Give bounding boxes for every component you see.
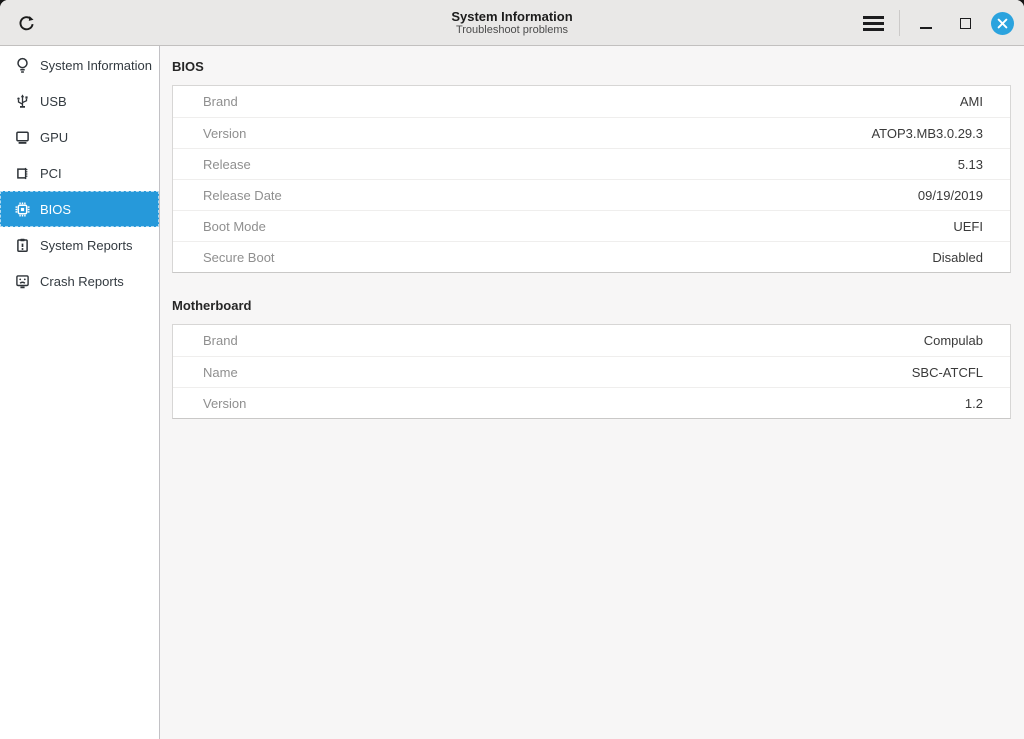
chip-icon xyxy=(13,200,31,218)
table-row: Brand Compulab xyxy=(173,325,1010,356)
lightbulb-icon xyxy=(13,56,31,74)
sidebar-item-label: BIOS xyxy=(40,202,71,217)
table-row: Name SBC-ATCFL xyxy=(173,356,1010,387)
sidebar-item-system-reports[interactable]: System Reports xyxy=(0,227,159,263)
row-value: Compulab xyxy=(924,333,1010,348)
main-panel: BIOS Brand AMI Version ATOP3.MB3.0.29.3 … xyxy=(160,46,1024,739)
refresh-button[interactable] xyxy=(13,10,39,36)
sidebar-item-label: System Information xyxy=(40,58,152,73)
row-key: Boot Mode xyxy=(173,219,266,234)
table-row: Release Date 09/19/2019 xyxy=(173,179,1010,210)
row-value: ATOP3.MB3.0.29.3 xyxy=(871,126,1010,141)
row-key: Brand xyxy=(173,94,238,109)
table-row: Brand AMI xyxy=(173,86,1010,117)
row-key: Release Date xyxy=(173,188,282,203)
usb-icon xyxy=(13,92,31,110)
sidebar-item-label: PCI xyxy=(40,166,62,181)
sidebar-item-label: USB xyxy=(40,94,67,109)
sidebar-item-gpu[interactable]: GPU xyxy=(0,119,159,155)
window-title: System Information xyxy=(451,9,572,24)
info-table: Brand AMI Version ATOP3.MB3.0.29.3 Relea… xyxy=(172,85,1011,273)
row-value: AMI xyxy=(960,94,1010,109)
section-bios: BIOS Brand AMI Version ATOP3.MB3.0.29.3 … xyxy=(172,59,1011,273)
table-row: Boot Mode UEFI xyxy=(173,210,1010,241)
window-subtitle: Troubleshoot problems xyxy=(456,24,568,37)
minimize-icon xyxy=(920,27,932,29)
sidebar-item-bios[interactable]: BIOS xyxy=(0,191,159,227)
window-content: System Information USB GPU PCI BIOS Syst… xyxy=(0,46,1024,739)
section-title: BIOS xyxy=(172,59,1011,74)
table-row: Secure Boot Disabled xyxy=(173,241,1010,272)
app-window: System Information Troubleshoot problems xyxy=(0,0,1024,739)
display-icon xyxy=(13,128,31,146)
row-value: SBC-ATCFL xyxy=(912,365,1010,380)
titlebar-separator xyxy=(899,10,900,36)
row-key: Name xyxy=(173,365,238,380)
table-row: Release 5.13 xyxy=(173,148,1010,179)
sidebar-item-pci[interactable]: PCI xyxy=(0,155,159,191)
refresh-icon xyxy=(17,14,36,33)
row-value: 09/19/2019 xyxy=(918,188,1010,203)
close-button[interactable] xyxy=(991,12,1014,35)
table-row: Version 1.2 xyxy=(173,387,1010,418)
sidebar: System Information USB GPU PCI BIOS Syst… xyxy=(0,46,160,739)
sidebar-item-system-information[interactable]: System Information xyxy=(0,47,159,83)
row-value: Disabled xyxy=(932,250,1010,265)
sidebar-item-label: GPU xyxy=(40,130,68,145)
maximize-icon xyxy=(960,18,971,29)
row-key: Release xyxy=(173,157,251,172)
sidebar-item-label: System Reports xyxy=(40,238,132,253)
row-key: Secure Boot xyxy=(173,250,275,265)
sidebar-item-usb[interactable]: USB xyxy=(0,83,159,119)
info-table: Brand Compulab Name SBC-ATCFL Version 1.… xyxy=(172,324,1011,419)
section-title: Motherboard xyxy=(172,298,1011,313)
clipboard-alert-icon xyxy=(13,236,31,254)
pci-card-icon xyxy=(13,164,31,182)
minimize-button[interactable] xyxy=(913,10,939,36)
row-key: Brand xyxy=(173,333,238,348)
close-icon xyxy=(997,18,1008,29)
maximize-button[interactable] xyxy=(952,10,978,36)
sidebar-item-crash-reports[interactable]: Crash Reports xyxy=(0,263,159,299)
row-value: 5.13 xyxy=(958,157,1010,172)
row-value: 1.2 xyxy=(965,396,1010,411)
row-key: Version xyxy=(173,396,246,411)
hamburger-icon xyxy=(863,16,884,31)
menu-button[interactable] xyxy=(860,10,886,36)
sidebar-item-label: Crash Reports xyxy=(40,274,124,289)
row-value: UEFI xyxy=(953,219,1010,234)
row-key: Version xyxy=(173,126,246,141)
crash-screen-icon xyxy=(13,272,31,290)
titlebar: System Information Troubleshoot problems xyxy=(0,0,1024,46)
table-row: Version ATOP3.MB3.0.29.3 xyxy=(173,117,1010,148)
section-motherboard: Motherboard Brand Compulab Name SBC-ATCF… xyxy=(172,298,1011,419)
